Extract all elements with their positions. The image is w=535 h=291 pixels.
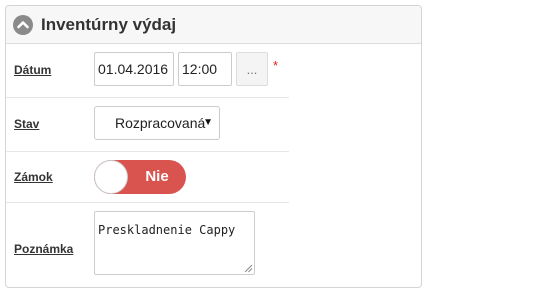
inventory-issue-panel: Inventúrny výdaj Dátum 01.04.2016 12:00 … [5,5,422,288]
note-text: Preskladnenie Cappy [98,223,236,237]
panel-title: Inventúrny výdaj [41,15,177,34]
panel-header: Inventúrny výdaj [6,6,421,44]
lock-label[interactable]: Zámok [14,170,53,184]
status-select[interactable]: Rozpracovaná ▼ [94,106,220,140]
date-label[interactable]: Dátum [14,63,51,77]
date-input[interactable]: 01.04.2016 [94,52,174,86]
status-row: Stav Rozpracovaná ▼ [6,98,289,152]
date-row: Dátum 01.04.2016 12:00 ... * [6,44,289,98]
resize-grip-icon[interactable] [244,264,253,273]
date-picker-button[interactable]: ... [236,52,268,86]
toggle-knob [94,160,128,194]
lock-toggle[interactable]: Nie [94,160,186,194]
required-marker: * [273,58,279,73]
lock-row: Zámok Nie [6,152,289,203]
note-textarea[interactable]: Preskladnenie Cappy [94,211,255,275]
dropdown-arrow-icon: ▼ [203,117,213,128]
note-row: Poznámka Preskladnenie Cappy [6,203,289,287]
status-selected-value: Rozpracovaná [115,115,206,131]
toggle-state-label: Nie [145,168,169,185]
time-input[interactable]: 12:00 [178,52,232,86]
chevron-up-icon[interactable] [13,15,33,35]
note-label[interactable]: Poznámka [14,242,73,256]
status-label[interactable]: Stav [14,117,39,131]
